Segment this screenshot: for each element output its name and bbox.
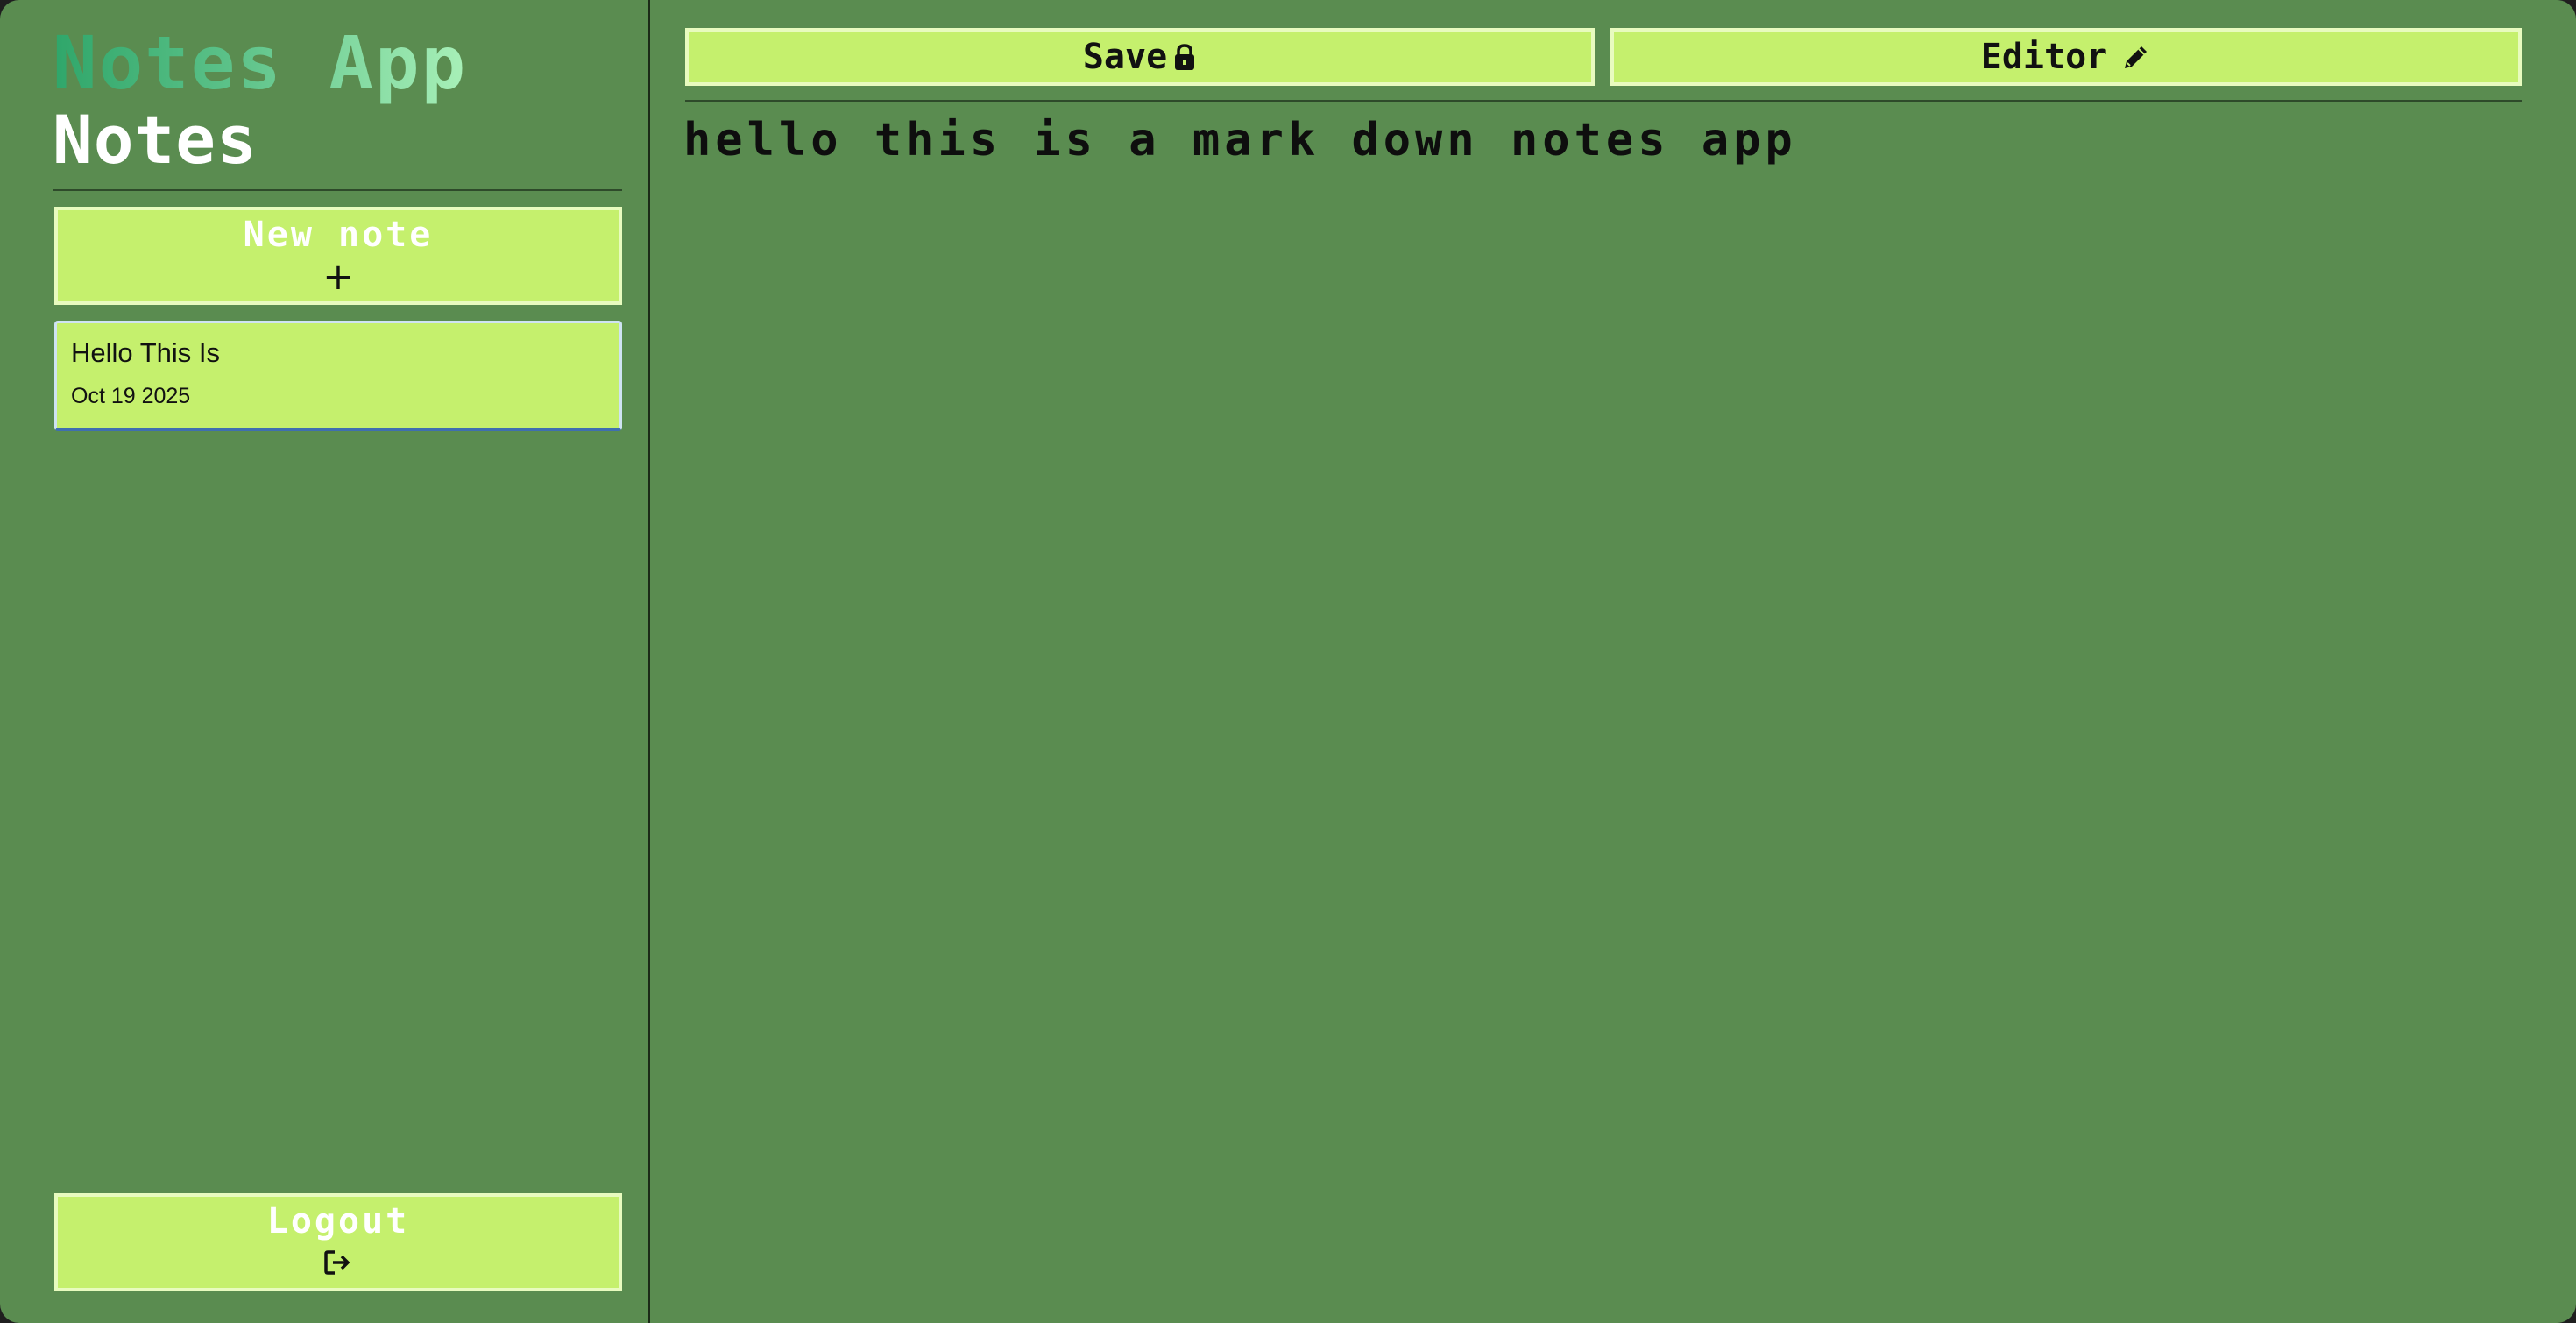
notes-heading: Notes bbox=[53, 101, 258, 179]
note-list-item[interactable]: Hello This Is Oct 19 2025 bbox=[54, 321, 622, 431]
note-content[interactable]: hello this is a mark down notes app bbox=[683, 114, 1797, 166]
plus-icon: + bbox=[322, 255, 354, 298]
save-button[interactable]: Save bbox=[685, 28, 1595, 86]
sidebar-divider bbox=[53, 189, 622, 191]
logout-icon bbox=[323, 1242, 353, 1284]
lock-icon bbox=[1172, 42, 1197, 72]
new-note-label: New note bbox=[243, 215, 434, 255]
logout-button[interactable]: Logout bbox=[54, 1193, 622, 1291]
new-note-button[interactable]: New note + bbox=[54, 207, 622, 305]
logout-label: Logout bbox=[266, 1201, 410, 1242]
save-label: Save bbox=[1082, 37, 1168, 77]
editor-label: Editor bbox=[1980, 37, 2108, 77]
sidebar: Notes App Notes New note + Hello This Is… bbox=[0, 0, 650, 1323]
app-title: Notes App bbox=[53, 20, 468, 106]
note-date: Oct 19 2025 bbox=[71, 384, 191, 408]
toolbar-divider bbox=[685, 100, 2522, 102]
note-title: Hello This Is bbox=[71, 337, 220, 368]
editor-button[interactable]: Editor bbox=[1610, 28, 2522, 86]
pencil-icon bbox=[2121, 42, 2151, 72]
main-panel: Save Editor hello this is a mark down no… bbox=[650, 0, 2576, 1323]
app-window: Notes App Notes New note + Hello This Is… bbox=[0, 0, 2576, 1323]
